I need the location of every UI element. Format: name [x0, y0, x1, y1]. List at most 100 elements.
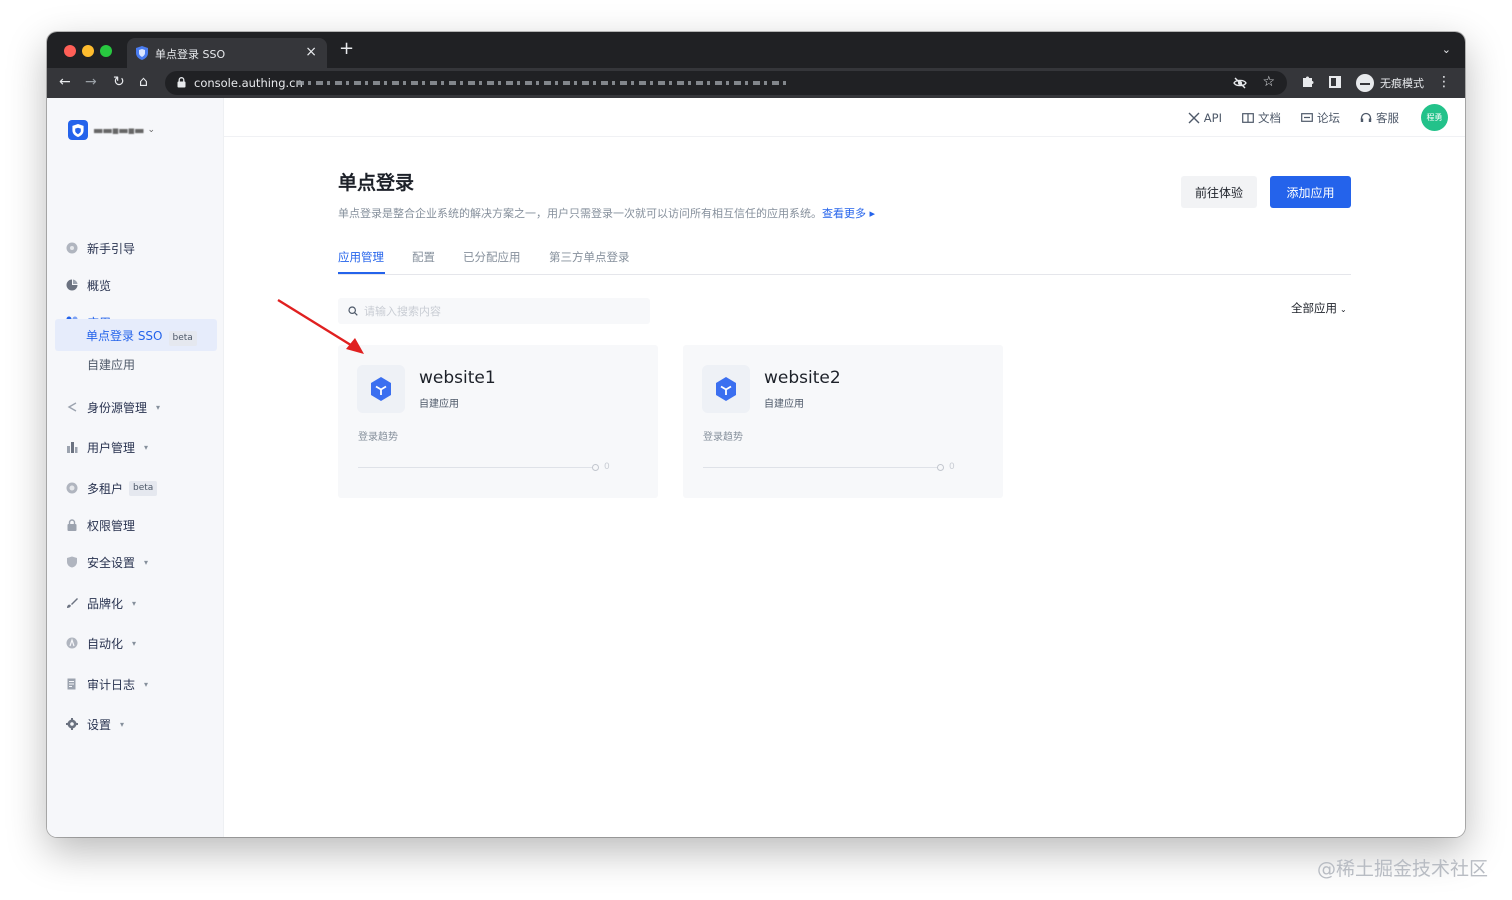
close-window-button[interactable]	[64, 45, 76, 57]
beta-badge: beta	[129, 480, 158, 496]
browser-tab[interactable]: 单点登录 SSO ×	[127, 38, 327, 68]
chevron-down-icon: ▾	[132, 638, 137, 648]
book-icon	[1242, 113, 1254, 123]
forum-link[interactable]: 论坛	[1301, 110, 1340, 126]
trend-line	[358, 467, 594, 468]
page-title: 单点登录	[338, 172, 415, 194]
chevron-down-icon: ▾	[132, 598, 137, 608]
incognito-label: 无痕模式	[1380, 77, 1424, 90]
api-link[interactable]: API	[1188, 111, 1222, 125]
sidebar-item-label: 用户管理	[87, 440, 136, 455]
support-link[interactable]: 客服	[1360, 110, 1399, 126]
screenshot-stage: 单点登录 SSO × + ⌄ ← → ↻ ⌂ console.authing.c…	[0, 0, 1512, 900]
chevron-down-icon: ▾	[144, 557, 149, 567]
sidebar-item-branding[interactable]: 品牌化 ▾	[66, 593, 136, 613]
sidebar-item-label: 安全设置	[87, 555, 136, 570]
filter-label: 全部应用	[1291, 301, 1337, 315]
sidebar-item-automation[interactable]: 自动化 ▾	[66, 633, 136, 653]
tracking-protection-icon[interactable]	[1233, 76, 1247, 90]
home-icon[interactable]: ⌂	[139, 73, 148, 91]
side-panel-icon[interactable]	[1329, 76, 1341, 88]
sidebar-item-identity-sources[interactable]: 身份源管理 ▾	[66, 397, 160, 417]
sidebar-item-settings[interactable]: 设置 ▾	[66, 714, 124, 734]
tab-app-management[interactable]: 应用管理	[338, 249, 384, 265]
minimize-window-button[interactable]	[82, 45, 94, 57]
close-tab-icon[interactable]: ×	[305, 44, 317, 60]
reload-icon[interactable]: ↻	[113, 73, 125, 91]
sidebar-item-guide[interactable]: 新手引导	[66, 238, 135, 258]
incognito-indicator[interactable]: 无痕模式	[1352, 72, 1432, 94]
header-links: API 文档 论坛 客服	[1168, 110, 1399, 126]
app-name: website2	[764, 368, 841, 388]
sidebar-item-permissions[interactable]: 权限管理	[66, 515, 135, 535]
sidebar-item-label: 新手引导	[87, 241, 136, 256]
shield-favicon-icon	[136, 46, 148, 60]
search-box	[338, 298, 650, 324]
sidebar: ▬▬▪▬▪▬ ⌄ 新手引导 概览 应用 ▴ 自建应用	[47, 98, 224, 837]
app-card[interactable]: website1 自建应用 登录趋势 0	[338, 345, 658, 498]
app-logo	[357, 365, 405, 413]
chevron-down-icon: ⌄	[1340, 305, 1347, 314]
pie-chart-icon	[66, 279, 78, 291]
sidebar-item-label: 审计日志	[87, 677, 136, 692]
sidebar-item-overview[interactable]: 概览	[66, 275, 111, 295]
extensions-puzzle-icon[interactable]	[1301, 74, 1315, 88]
chevron-down-icon: ▾	[120, 719, 125, 729]
org-name: ▬▬▪▬▪▬	[93, 123, 144, 137]
url-redacted	[297, 81, 787, 85]
guide-icon	[66, 242, 78, 254]
gear-icon	[66, 718, 78, 730]
app-card[interactable]: website2 自建应用 登录趋势 0	[683, 345, 1003, 498]
new-tab-button[interactable]: +	[339, 40, 354, 58]
docs-link-label: 文档	[1258, 111, 1281, 125]
sidebar-item-multi-tenant[interactable]: 多租户 beta	[66, 478, 158, 498]
learn-more-link[interactable]: 查看更多 ▸	[822, 207, 875, 220]
log-icon	[67, 678, 76, 690]
url-text: console.authing.cn	[194, 76, 303, 90]
sidebar-item-audit-log[interactable]: 审计日志 ▾	[66, 674, 148, 694]
org-switcher[interactable]: ▬▬▪▬▪▬ ⌄	[68, 120, 155, 140]
docs-link[interactable]: 文档	[1242, 110, 1281, 126]
maximize-window-button[interactable]	[100, 45, 112, 57]
sidebar-subitem-label: 单点登录 SSO	[86, 329, 163, 343]
sidebar-subitem-sso[interactable]: 单点登录 SSO beta	[55, 319, 217, 351]
user-avatar[interactable]: 程勇	[1421, 104, 1448, 131]
trend-value: 0	[604, 462, 610, 472]
try-it-button[interactable]: 前往体验	[1181, 176, 1257, 208]
bookmark-star-icon[interactable]: ☆	[1262, 74, 1275, 90]
app-name: website1	[419, 368, 496, 388]
sidebar-item-label: 自动化	[87, 636, 124, 651]
chevron-down-icon: ⌄	[147, 125, 156, 135]
tab-third-party-sso[interactable]: 第三方单点登录	[549, 249, 630, 265]
tab-bar: 应用管理 配置 已分配应用 第三方单点登录	[338, 249, 1351, 275]
shield-icon	[67, 556, 77, 568]
browser-menu-icon[interactable]: ⋮	[1437, 74, 1451, 90]
sidebar-subitem-self-built-apps[interactable]: 自建应用	[87, 356, 135, 373]
sidebar-item-users[interactable]: 用户管理 ▾	[66, 437, 148, 457]
sidebar-item-label: 权限管理	[87, 518, 136, 533]
app-filter-dropdown[interactable]: 全部应用 ⌄	[1291, 300, 1347, 316]
trend-point	[937, 464, 944, 471]
watermark: @稀土掘金技术社区	[1316, 858, 1488, 880]
tab-assigned-apps[interactable]: 已分配应用	[463, 249, 521, 265]
headset-icon	[1360, 112, 1372, 122]
sidebar-item-security[interactable]: 安全设置 ▾	[66, 552, 148, 572]
address-bar[interactable]: console.authing.cn ☆	[165, 71, 1287, 95]
chevron-down-icon: ▾	[144, 679, 149, 689]
tab-title: 单点登录 SSO	[155, 48, 226, 61]
back-arrow-icon[interactable]: ←	[59, 73, 71, 91]
page-description: 单点登录是整合企业系统的解决方案之一，用户只需登录一次就可以访问所有相互信任的应…	[338, 205, 875, 221]
chevron-down-icon: ▾	[144, 442, 149, 452]
tenant-icon	[66, 482, 78, 494]
sidebar-item-label: 概览	[87, 278, 112, 293]
forum-link-label: 论坛	[1317, 111, 1340, 125]
trend-value: 0	[949, 462, 955, 472]
forward-arrow-icon[interactable]: →	[85, 73, 97, 91]
users-icon	[67, 442, 78, 453]
cube-icon	[716, 377, 736, 401]
tab-search-icon[interactable]: ⌄	[1442, 43, 1451, 56]
search-input[interactable]	[364, 304, 634, 318]
tab-config[interactable]: 配置	[412, 249, 435, 265]
browser-tab-strip: 单点登录 SSO × + ⌄	[47, 32, 1465, 68]
add-app-button[interactable]: 添加应用	[1270, 176, 1351, 208]
